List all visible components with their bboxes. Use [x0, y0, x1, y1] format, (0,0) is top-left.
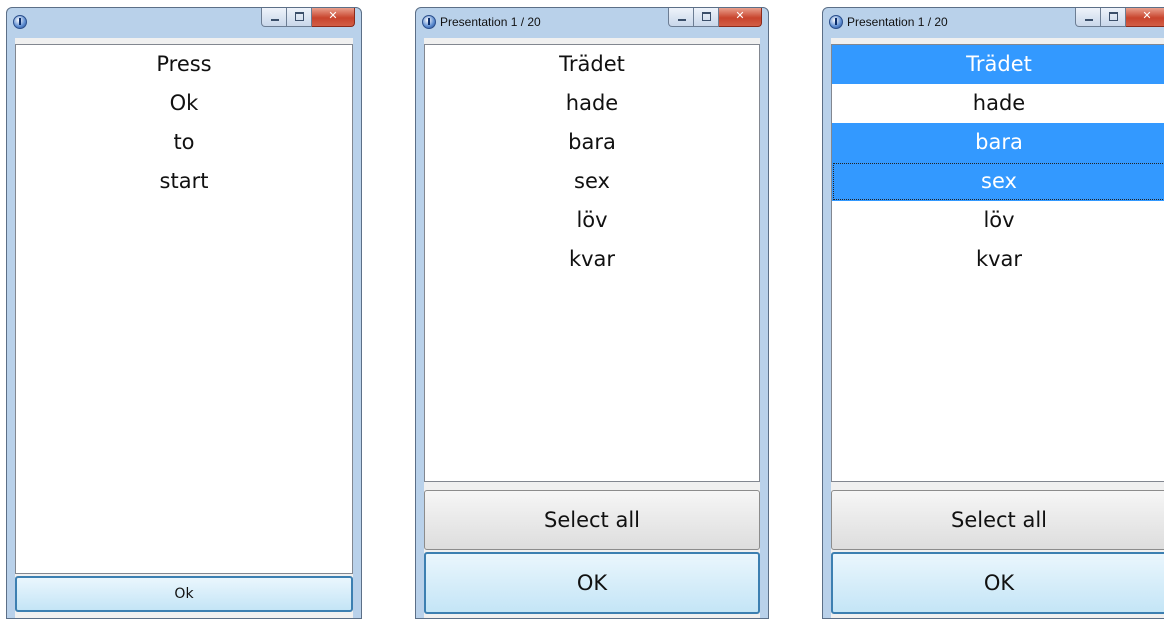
app-info-icon[interactable] [422, 15, 436, 29]
minimize-icon[interactable] [1075, 8, 1101, 27]
list-item[interactable]: to [16, 123, 352, 162]
list-item[interactable]: bara [832, 123, 1164, 162]
list-item[interactable]: Ok [16, 84, 352, 123]
ok-button[interactable]: Ok [15, 576, 353, 612]
title-bar[interactable]: Presentation 1 / 20 [416, 8, 768, 38]
list-item[interactable]: Trädet [425, 45, 759, 84]
word-list[interactable]: Trädet hade bara sex löv kvar [424, 44, 760, 482]
list-item[interactable]: Trädet [832, 45, 1164, 84]
app-info-icon[interactable] [829, 15, 843, 29]
ok-button[interactable]: OK [831, 552, 1164, 614]
start-window: Press Ok to start Ok [6, 7, 362, 619]
list-item[interactable]: kvar [832, 240, 1164, 279]
list-item[interactable]: löv [832, 201, 1164, 240]
window-client: Trädet hade bara sex löv kvar Select all… [831, 38, 1164, 618]
ok-button[interactable]: OK [424, 552, 760, 614]
close-icon[interactable] [1126, 8, 1164, 27]
list-item[interactable]: start [16, 162, 352, 201]
close-icon[interactable] [312, 8, 355, 27]
window-title: Presentation 1 / 20 [440, 15, 541, 29]
word-list[interactable]: Press Ok to start [15, 44, 353, 574]
list-item[interactable]: sex [832, 162, 1164, 201]
minimize-icon[interactable] [261, 8, 287, 27]
list-item[interactable]: hade [832, 84, 1164, 123]
list-item[interactable]: hade [425, 84, 759, 123]
word-list[interactable]: Trädet hade bara sex löv kvar [831, 44, 1164, 482]
window-client: Press Ok to start Ok [15, 38, 353, 618]
maximize-icon[interactable] [1101, 8, 1126, 27]
presentation-window: Presentation 1 / 20 Trädet hade bara sex… [415, 7, 769, 619]
window-controls [1075, 8, 1164, 27]
maximize-icon[interactable] [694, 8, 719, 27]
maximize-icon[interactable] [287, 8, 312, 27]
title-bar[interactable] [7, 8, 361, 38]
list-item[interactable]: kvar [425, 240, 759, 279]
close-icon[interactable] [719, 8, 762, 27]
presentation-window-selected: Presentation 1 / 20 Trädet hade bara sex… [822, 7, 1164, 619]
window-client: Trädet hade bara sex löv kvar Select all… [424, 38, 760, 618]
select-all-button[interactable]: Select all [831, 490, 1164, 550]
list-item[interactable]: löv [425, 201, 759, 240]
minimize-icon[interactable] [668, 8, 694, 27]
window-controls [261, 8, 355, 27]
list-item[interactable]: bara [425, 123, 759, 162]
window-title: Presentation 1 / 20 [847, 15, 948, 29]
window-controls [668, 8, 762, 27]
list-item[interactable]: Press [16, 45, 352, 84]
list-item[interactable]: sex [425, 162, 759, 201]
app-info-icon[interactable] [13, 15, 27, 29]
select-all-button[interactable]: Select all [424, 490, 760, 550]
title-bar[interactable]: Presentation 1 / 20 [823, 8, 1164, 38]
